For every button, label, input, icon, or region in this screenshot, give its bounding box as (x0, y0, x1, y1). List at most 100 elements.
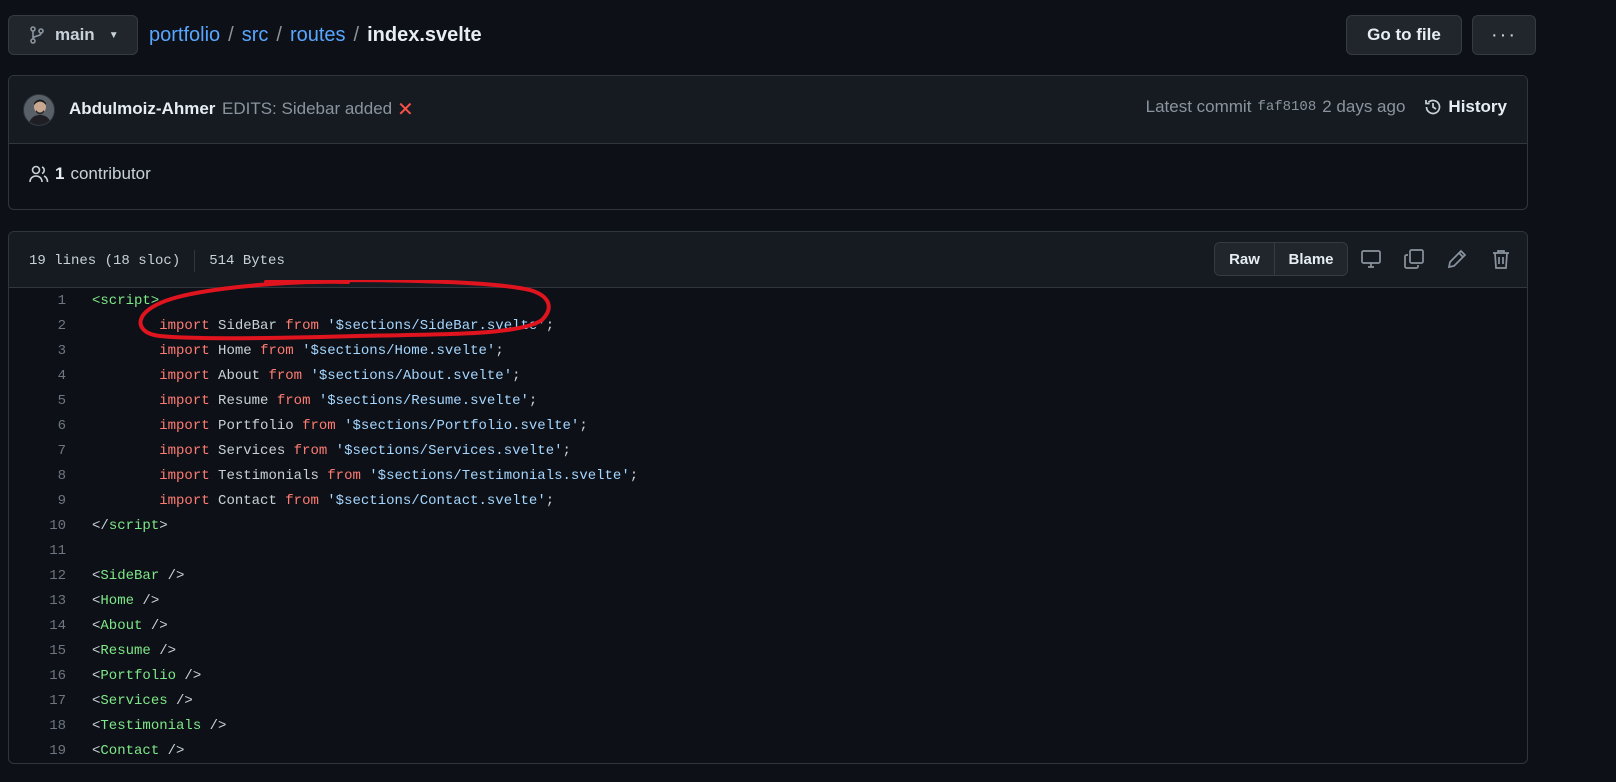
file-info: 19 lines (18 sloc) 514 Bytes (29, 250, 285, 272)
code-token: ; (495, 342, 504, 359)
breadcrumb-file-name: index.svelte (367, 23, 482, 46)
file-header: 19 lines (18 sloc) 514 Bytes Raw Blame (9, 232, 1527, 288)
line-content: import Contact from '$sections/Contact.s… (66, 493, 554, 509)
code-line: 19 <Contact /> (9, 738, 1527, 763)
code-line: 11 (9, 538, 1527, 563)
code-token: ; (629, 467, 639, 484)
history-link[interactable]: History (1423, 97, 1507, 117)
commit-message-link[interactable]: EDITS: Sidebar added (222, 99, 392, 119)
avatar[interactable] (23, 94, 55, 126)
line-number[interactable]: 11 (9, 543, 66, 559)
commit-sha-link[interactable]: faf8108 (1257, 99, 1316, 115)
contributors-row[interactable]: 1 contributor (29, 164, 151, 184)
code-line: 4 import About from '$sections/About.sve… (9, 363, 1527, 388)
line-content: <SideBar /> (66, 568, 184, 584)
line-content: import Services from '$sections/Services… (66, 443, 571, 459)
line-number[interactable]: 17 (9, 693, 66, 709)
line-content: </script> (66, 518, 168, 534)
code-token: /> (142, 617, 168, 634)
code-token: '$sections/Contact.svelte' (327, 492, 546, 509)
line-number[interactable]: 15 (9, 643, 66, 659)
line-content: <script> (66, 293, 159, 309)
line-number[interactable]: 9 (9, 493, 66, 509)
line-number[interactable]: 14 (9, 618, 66, 634)
code-token: ; (528, 392, 538, 409)
line-number[interactable]: 8 (9, 468, 66, 484)
line-number[interactable]: 12 (9, 568, 66, 584)
code-token: > (159, 517, 168, 534)
code-token: '$sections/About.svelte' (310, 367, 513, 384)
code-token: ; (545, 492, 555, 509)
line-content: <Services /> (66, 693, 193, 709)
code-line: 10 </script> (9, 513, 1527, 538)
code-token: About (100, 617, 143, 634)
go-to-file-button[interactable]: Go to file (1346, 15, 1462, 55)
file-lines-info: 19 lines (18 sloc) (29, 253, 181, 269)
code-line: 9 import Contact from '$sections/Contact… (9, 488, 1527, 513)
commit-info-box: Abdulmoiz-Ahmer EDITS: Sidebar added ✕ L… (8, 75, 1528, 210)
code-token: from (302, 417, 336, 434)
file-size: 514 Bytes (209, 253, 285, 269)
line-number[interactable]: 4 (9, 368, 66, 384)
code-line: 3 import Home from '$sections/Home.svelt… (9, 338, 1527, 363)
commit-meta: Latest commit faf8108 2 days ago History (1146, 97, 1507, 117)
line-content: import Home from '$sections/Home.svelte'… (66, 343, 504, 359)
code-token: /> (159, 742, 185, 759)
line-number[interactable]: 7 (9, 443, 66, 459)
copy-icon[interactable] (1403, 248, 1425, 270)
pencil-icon[interactable] (1446, 248, 1468, 270)
code-line: 5 import Resume from '$sections/Resume.s… (9, 388, 1527, 413)
code-token: import (159, 467, 210, 484)
code-line: 7 import Services from '$sections/Servic… (9, 438, 1527, 463)
file-navigation: main ▼ portfolio / src / routes / index.… (8, 15, 1536, 55)
code-line: 1 <script> (9, 288, 1527, 313)
code-token: import (159, 417, 210, 434)
code-token: from (293, 442, 328, 459)
line-number[interactable]: 3 (9, 343, 66, 359)
code-token: ; (579, 417, 588, 434)
line-number[interactable]: 13 (9, 593, 66, 609)
code-token: from (285, 317, 319, 334)
commit-time: 2 days ago (1322, 97, 1406, 116)
code-token: /> (201, 717, 227, 734)
line-number[interactable]: 2 (9, 318, 66, 334)
code-token: Resume (209, 392, 277, 409)
line-number[interactable]: 5 (9, 393, 66, 409)
code-token: Resume (100, 642, 151, 659)
code-line: 16 <Portfolio /> (9, 663, 1527, 688)
contributors-label: contributor (70, 164, 151, 183)
code-token: /> (150, 642, 177, 659)
code-token: from (268, 367, 303, 384)
line-number[interactable]: 10 (9, 518, 66, 534)
trash-icon[interactable] (1490, 248, 1512, 270)
code-token: Portfolio (209, 417, 303, 434)
code-token: </ (92, 517, 109, 534)
close-icon[interactable]: ✕ (397, 97, 414, 122)
line-number[interactable]: 6 (9, 418, 66, 434)
code-token: Contact (209, 492, 286, 509)
raw-button[interactable]: Raw (1215, 243, 1275, 275)
code-token: '$sections/Home.svelte' (302, 342, 496, 359)
desktop-icon[interactable] (1360, 248, 1382, 270)
line-number[interactable]: 18 (9, 718, 66, 734)
line-content: import About from '$sections/About.svelt… (66, 367, 520, 384)
latest-commit-row: Abdulmoiz-Ahmer EDITS: Sidebar added ✕ L… (9, 76, 1527, 144)
line-number[interactable]: 19 (9, 743, 66, 759)
blame-button[interactable]: Blame (1275, 243, 1347, 275)
branch-selector-button[interactable]: main ▼ (8, 15, 138, 55)
code-token: ; (545, 317, 555, 334)
line-number[interactable]: 1 (9, 293, 66, 309)
commit-author-link[interactable]: Abdulmoiz-Ahmer (69, 99, 215, 119)
line-number[interactable]: 16 (9, 668, 66, 684)
breadcrumb-src-link[interactable]: src (242, 24, 269, 47)
breadcrumb-routes-link[interactable]: routes (290, 24, 346, 47)
code-token: Contact (100, 742, 160, 759)
more-options-button[interactable]: ··· (1472, 15, 1536, 55)
breadcrumb-repo-link[interactable]: portfolio (149, 24, 220, 47)
